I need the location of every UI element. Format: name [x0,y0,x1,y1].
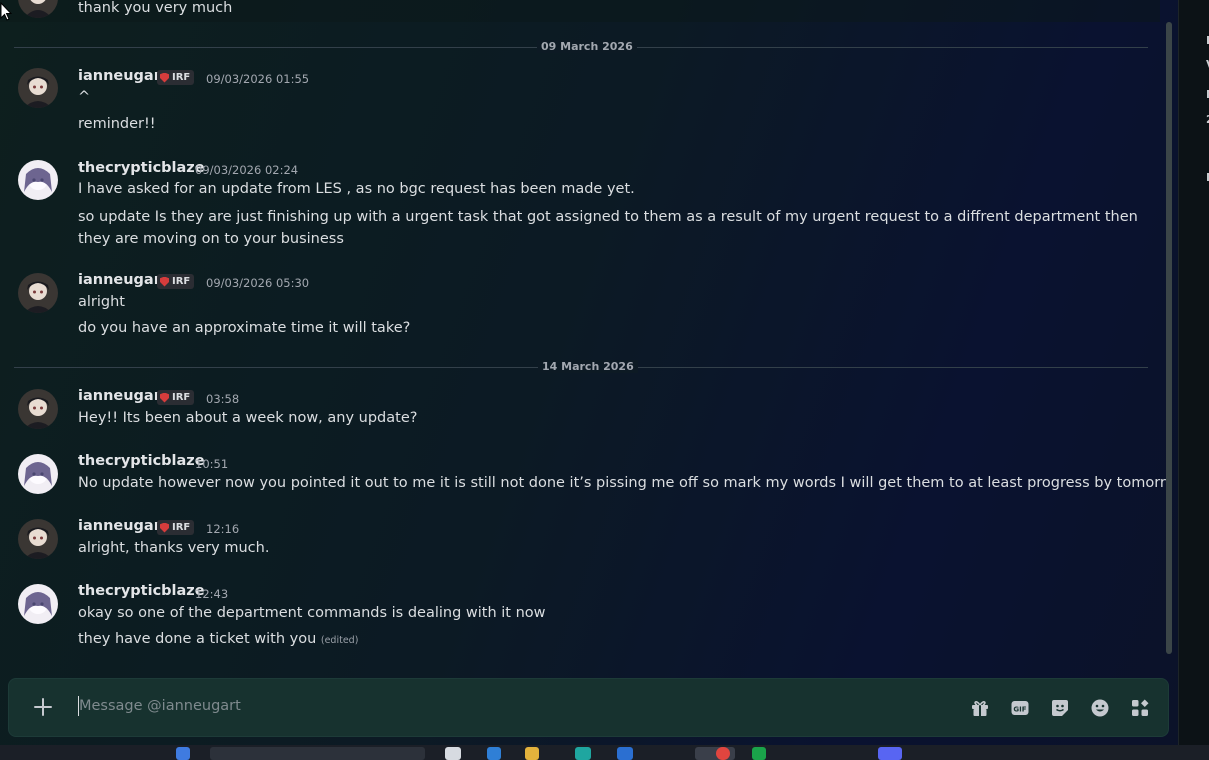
timestamp[interactable]: 09/03/2026 02:24 [195,163,298,177]
guild-tag-badge[interactable]: IRF [157,274,195,289]
message-text: thank you very much [78,0,233,16]
guild-tag-badge[interactable]: IRF [157,70,195,85]
message-text: they have done a ticket with you (edited… [78,631,359,647]
message-text: alright, thanks very much. [78,540,270,556]
timestamp[interactable]: 12:43 [195,587,228,601]
shield-icon [160,72,169,83]
date-divider-label: 09 March 2026 [537,40,637,53]
message-composer[interactable]: Message @ianneugart GIF [8,678,1169,737]
timestamp[interactable]: 03:58 [206,392,239,406]
avatar[interactable] [18,519,58,559]
emoji-icon[interactable] [1090,698,1110,718]
author-name[interactable]: ianneugart [78,272,168,288]
taskbar-app-icon[interactable] [878,747,902,760]
timestamp[interactable]: 09/03/2026 05:30 [206,276,309,290]
member-panel: E V M 2 M [1178,0,1209,745]
previous-message: thank you very much [0,0,1160,22]
avatar[interactable] [18,389,58,429]
guild-tag-badge[interactable]: IRF [157,520,195,535]
message-text: do you have an approximate time it will … [78,320,411,336]
message-input[interactable]: Message @ianneugart [79,698,241,714]
timestamp[interactable]: 12:16 [206,522,239,536]
os-taskbar [0,745,1209,760]
shield-icon [160,276,169,287]
taskbar-app-icon[interactable] [487,747,501,760]
svg-text:GIF: GIF [1013,706,1026,714]
taskbar-app-icon[interactable] [752,747,766,760]
shield-icon [160,392,169,403]
avatar[interactable] [18,584,58,624]
message-text: ^ [78,89,91,105]
guild-tag-badge[interactable]: IRF [157,390,195,405]
message-text: Hey!! Its been about a week now, any upd… [78,410,418,426]
sticker-icon[interactable] [1050,698,1070,718]
taskbar-search-box[interactable] [210,747,425,760]
gif-icon[interactable]: GIF [1010,698,1030,718]
author-name[interactable]: thecrypticblaze [78,583,205,599]
avatar[interactable] [18,0,58,18]
message-list[interactable]: thank you very much 09 March 2026 ianneu… [0,0,1168,670]
avatar[interactable] [18,68,58,108]
taskbar-app-icon[interactable] [617,747,633,760]
add-icon[interactable] [29,693,57,721]
author-name[interactable]: thecrypticblaze [78,160,205,176]
notification-badge-icon [716,747,730,760]
gift-icon[interactable] [970,698,990,718]
message-text: okay so one of the department commands i… [78,605,546,621]
timestamp[interactable]: 09/03/2026 01:55 [206,72,309,86]
timestamp[interactable]: 10:51 [195,457,228,471]
message-text: alright [78,294,125,310]
author-name[interactable]: thecrypticblaze [78,453,205,469]
message-text: reminder!! [78,116,156,132]
taskbar-app-icon[interactable] [575,747,591,760]
taskbar-app-icon[interactable] [525,747,539,760]
edited-label: (edited) [320,635,359,646]
message-text: No update however now you pointed it out… [78,475,1168,491]
author-name[interactable]: ianneugart [78,388,168,404]
author-name[interactable]: ianneugart [78,518,168,534]
windows-start-icon[interactable] [176,747,190,760]
mouse-cursor-icon [0,2,12,21]
date-divider-label: 14 March 2026 [538,360,638,373]
author-name[interactable]: ianneugart [78,68,168,84]
message-text: I have asked for an update from LES , as… [78,181,635,197]
scrollbar-thumb[interactable] [1166,22,1172,654]
avatar[interactable] [18,454,58,494]
apps-icon[interactable] [1130,698,1150,718]
taskbar-app-icon[interactable] [445,747,461,760]
avatar[interactable] [18,273,58,313]
avatar[interactable] [18,160,58,200]
message-text: so update Is they are just finishing up … [78,209,1138,247]
shield-icon [160,522,169,533]
